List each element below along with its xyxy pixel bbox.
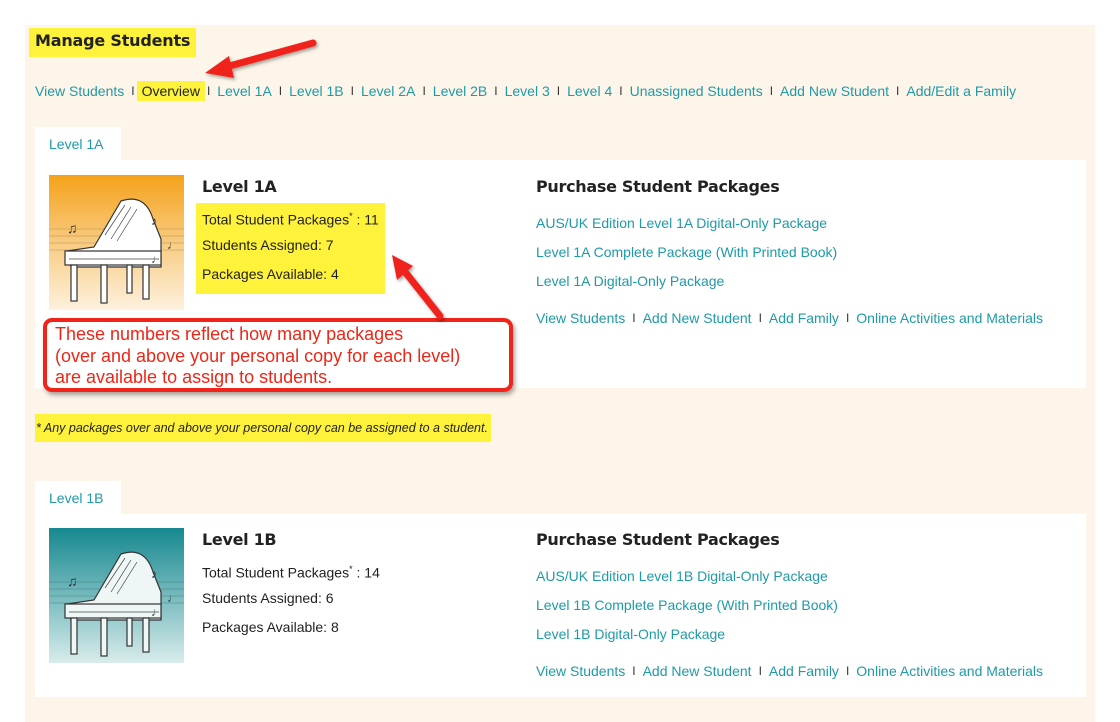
link-separator: I	[632, 311, 636, 325]
package-link-aus-uk-digital[interactable]: AUS/UK Edition Level 1B Digital-Only Pac…	[536, 568, 1043, 597]
level-action-links: View Students I Add New Student I Add Fa…	[536, 310, 1043, 326]
svg-text:♪: ♪	[151, 214, 157, 228]
level-title: Level 1B	[202, 530, 277, 549]
nav-separator: I	[769, 84, 774, 98]
students-assigned: Students Assigned: 7	[202, 237, 334, 253]
nav-separator: I	[278, 84, 283, 98]
tab-level-1b[interactable]: Level 1B	[35, 481, 121, 514]
callout-line: are available to assign to students.	[55, 367, 333, 387]
packages-available: Packages Available: 8	[202, 619, 339, 635]
svg-text:♩: ♩	[151, 252, 163, 266]
piano-image-teal: ♫ ♪ ♩ ♩	[49, 528, 184, 663]
nav-level-1a[interactable]: Level 1A	[217, 83, 271, 99]
nav-add-new-student[interactable]: Add New Student	[780, 83, 889, 99]
purchase-section: Purchase Student Packages AUS/UK Edition…	[536, 177, 1043, 326]
total-packages: Total Student Packages* : 11	[202, 205, 379, 234]
nav-separator: I	[131, 84, 135, 98]
link-separator: I	[758, 664, 762, 678]
svg-text:♫: ♫	[67, 220, 78, 236]
view-students-link[interactable]: View Students	[536, 663, 625, 679]
students-assigned: Students Assigned: 6	[202, 590, 334, 606]
svg-text:♩: ♩	[167, 238, 179, 252]
nav-level-2b[interactable]: Level 2B	[433, 83, 487, 99]
svg-text:♪: ♪	[151, 567, 157, 581]
add-new-student-link[interactable]: Add New Student	[643, 663, 752, 679]
nav-unassigned-students[interactable]: Unassigned Students	[630, 83, 763, 99]
page-title: Manage Students	[29, 28, 197, 57]
nav-overview[interactable]: Overview	[136, 81, 205, 101]
svg-text:♩: ♩	[151, 605, 163, 619]
nav-separator: I	[619, 84, 623, 98]
add-family-link[interactable]: Add Family	[769, 663, 839, 679]
nav-view-students[interactable]: View Students	[35, 83, 124, 99]
annotation-callout: These numbers reflect how many packages …	[43, 318, 513, 392]
total-packages-value: : 11	[356, 211, 379, 228]
tab-level-1a[interactable]: Level 1A	[35, 127, 121, 160]
callout-line: (over and above your personal copy for e…	[55, 345, 461, 366]
package-link-complete[interactable]: Level 1B Complete Package (With Printed …	[536, 597, 1043, 626]
level-title: Level 1A	[202, 177, 277, 196]
view-students-link[interactable]: View Students	[536, 310, 625, 326]
piano-image-orange: ♫ ♪ ♩ ♩	[49, 175, 184, 310]
level-action-links: View Students I Add New Student I Add Fa…	[536, 663, 1043, 679]
packages-available: Packages Available: 4	[202, 266, 339, 282]
add-family-link[interactable]: Add Family	[769, 310, 839, 326]
footnote: * Any packages over and above your perso…	[35, 414, 491, 442]
nav-level-2a[interactable]: Level 2A	[361, 83, 415, 99]
package-link-aus-uk-digital[interactable]: AUS/UK Edition Level 1A Digital-Only Pac…	[536, 215, 1043, 244]
grand-piano-icon: ♫ ♪ ♩ ♩	[49, 175, 184, 310]
total-packages-label: Total Student Packages	[202, 564, 350, 581]
nav-separator: I	[494, 84, 498, 98]
purchase-heading: Purchase Student Packages	[536, 530, 780, 549]
nav-level-1b[interactable]: Level 1B	[289, 83, 343, 99]
total-packages-value: : 14	[356, 564, 380, 581]
nav-separator: I	[206, 84, 211, 98]
link-separator: I	[845, 664, 850, 678]
purchase-section: Purchase Student Packages AUS/UK Edition…	[536, 530, 1043, 679]
nav-separator: I	[350, 84, 354, 98]
link-separator: I	[632, 664, 636, 678]
total-packages-label: Total Student Packages	[202, 211, 350, 228]
total-packages: Total Student Packages* : 14	[202, 558, 380, 587]
add-new-student-link[interactable]: Add New Student	[643, 310, 752, 326]
level-stats: Total Student Packages* : 11 Students As…	[196, 203, 385, 294]
package-link-digital[interactable]: Level 1B Digital-Only Package	[536, 626, 1043, 655]
nav-add-edit-family[interactable]: Add/Edit a Family	[906, 83, 1016, 99]
svg-text:♫: ♫	[67, 573, 78, 589]
nav-separator: I	[556, 84, 561, 98]
purchase-heading: Purchase Student Packages	[536, 177, 780, 196]
online-activities-link[interactable]: Online Activities and Materials	[856, 663, 1043, 679]
svg-text:♩: ♩	[167, 591, 179, 605]
nav-separator: I	[896, 84, 900, 98]
link-separator: I	[758, 311, 762, 325]
callout-line: These numbers reflect how many packages	[55, 324, 404, 344]
asterisk: *	[349, 564, 353, 574]
asterisk: *	[349, 211, 353, 221]
online-activities-link[interactable]: Online Activities and Materials	[856, 310, 1043, 326]
grand-piano-icon: ♫ ♪ ♩ ♩	[49, 528, 184, 663]
package-link-digital[interactable]: Level 1A Digital-Only Package	[536, 273, 1043, 302]
nav-separator: I	[422, 84, 426, 98]
manage-students-nav: View Students I Overview I Level 1A I Le…	[35, 81, 1016, 101]
nav-level-4[interactable]: Level 4	[567, 83, 612, 99]
package-link-complete[interactable]: Level 1A Complete Package (With Printed …	[536, 244, 1043, 273]
level-1b-panel: ♫ ♪ ♩ ♩ Level 1B Total Student Packages*…	[35, 514, 1086, 697]
level-stats: Total Student Packages* : 14 Students As…	[196, 556, 386, 647]
link-separator: I	[845, 311, 850, 325]
nav-level-3[interactable]: Level 3	[505, 83, 550, 99]
